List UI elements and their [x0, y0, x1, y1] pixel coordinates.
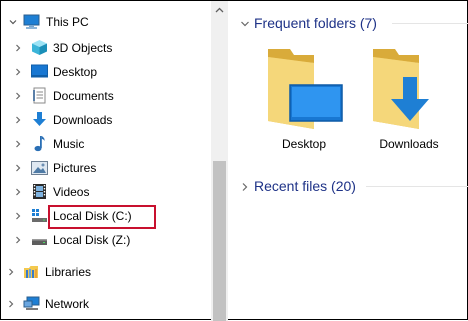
nav-item-label: Documents	[53, 89, 114, 103]
pictures-icon	[31, 159, 48, 176]
group-recent-files[interactable]: Recent files (20)	[228, 174, 468, 198]
cube-3d-icon	[31, 39, 48, 56]
chevron-right-icon[interactable]	[13, 163, 23, 173]
chevron-right-icon[interactable]	[13, 115, 23, 125]
nav-item-label: Network	[45, 297, 90, 311]
film-icon	[31, 183, 48, 200]
chevron-right-icon[interactable]	[6, 299, 16, 309]
nav-item-label: Videos	[53, 185, 90, 199]
computer-icon	[23, 13, 40, 30]
chevron-down-icon[interactable]	[8, 17, 18, 27]
nav-item-local-disk-z[interactable]: Local Disk (Z:)	[1, 228, 211, 252]
music-note-icon	[31, 135, 48, 152]
scroll-up-arrow-icon[interactable]	[211, 1, 228, 18]
chevron-right-icon[interactable]	[13, 139, 23, 149]
nav-item-label: This PC	[46, 15, 89, 29]
documents-icon	[31, 87, 48, 104]
nav-item-desktop[interactable]: Desktop	[1, 60, 211, 84]
nav-item-music[interactable]: Music	[1, 132, 211, 156]
chevron-right-icon[interactable]	[13, 235, 23, 245]
folder-tile-label: Desktop	[281, 137, 327, 151]
nav-item-network[interactable]: Network	[1, 292, 211, 316]
nav-item-label: Local Disk (Z:)	[53, 233, 131, 247]
group-title: Frequent folders (7)	[254, 15, 377, 31]
desktop-folder-icon	[268, 49, 343, 129]
desktop-icon	[31, 63, 48, 80]
group-divider	[392, 23, 468, 24]
nav-item-pictures[interactable]: Pictures	[1, 156, 211, 180]
navigation-pane: This PC 3D Objects Desktop Documents Dow…	[1, 1, 211, 321]
nav-item-label: Pictures	[53, 161, 97, 175]
group-frequent-folders[interactable]: Frequent folders (7)	[228, 11, 468, 35]
chevron-right-icon[interactable]	[13, 187, 23, 197]
content-pane: Frequent folders (7) Desktop Downloads R…	[228, 1, 468, 321]
group-title: Recent files (20)	[254, 178, 356, 194]
downloads-folder-icon	[373, 49, 429, 129]
nav-item-label: 3D Objects	[53, 41, 113, 55]
highlight-box	[48, 205, 156, 229]
chevron-right-icon[interactable]	[240, 181, 250, 191]
folder-tile-label: Downloads	[379, 137, 439, 151]
nav-scrollbar[interactable]	[211, 1, 228, 321]
explorer-window: This PC 3D Objects Desktop Documents Dow…	[0, 0, 468, 321]
chevron-right-icon[interactable]	[13, 91, 23, 101]
folder-tile-desktop[interactable]: Desktop	[256, 45, 352, 155]
nav-item-this-pc[interactable]: This PC	[1, 10, 211, 34]
folder-tile-downloads[interactable]: Downloads	[361, 45, 457, 155]
chevron-right-icon[interactable]	[13, 67, 23, 77]
chevron-right-icon[interactable]	[6, 267, 16, 277]
nav-item-downloads[interactable]: Downloads	[1, 108, 211, 132]
nav-item-libraries[interactable]: Libraries	[1, 260, 211, 284]
nav-item-label: Libraries	[45, 265, 92, 279]
download-arrow-icon	[31, 111, 48, 128]
network-icon	[23, 295, 40, 312]
windows-drive-icon	[31, 207, 48, 224]
libraries-icon	[23, 263, 40, 280]
scrollbar-thumb[interactable]	[213, 161, 226, 321]
drive-icon	[31, 231, 48, 248]
chevron-right-icon[interactable]	[13, 43, 23, 53]
chevron-right-icon[interactable]	[13, 211, 23, 221]
nav-item-documents[interactable]: Documents	[1, 84, 211, 108]
group-divider	[366, 186, 468, 187]
nav-item-label: Music	[53, 137, 85, 151]
nav-item-label: Downloads	[53, 113, 113, 127]
nav-item-videos[interactable]: Videos	[1, 180, 211, 204]
chevron-down-icon[interactable]	[240, 18, 250, 28]
nav-item-3d-objects[interactable]: 3D Objects	[1, 36, 211, 60]
nav-item-label: Desktop	[53, 65, 98, 79]
